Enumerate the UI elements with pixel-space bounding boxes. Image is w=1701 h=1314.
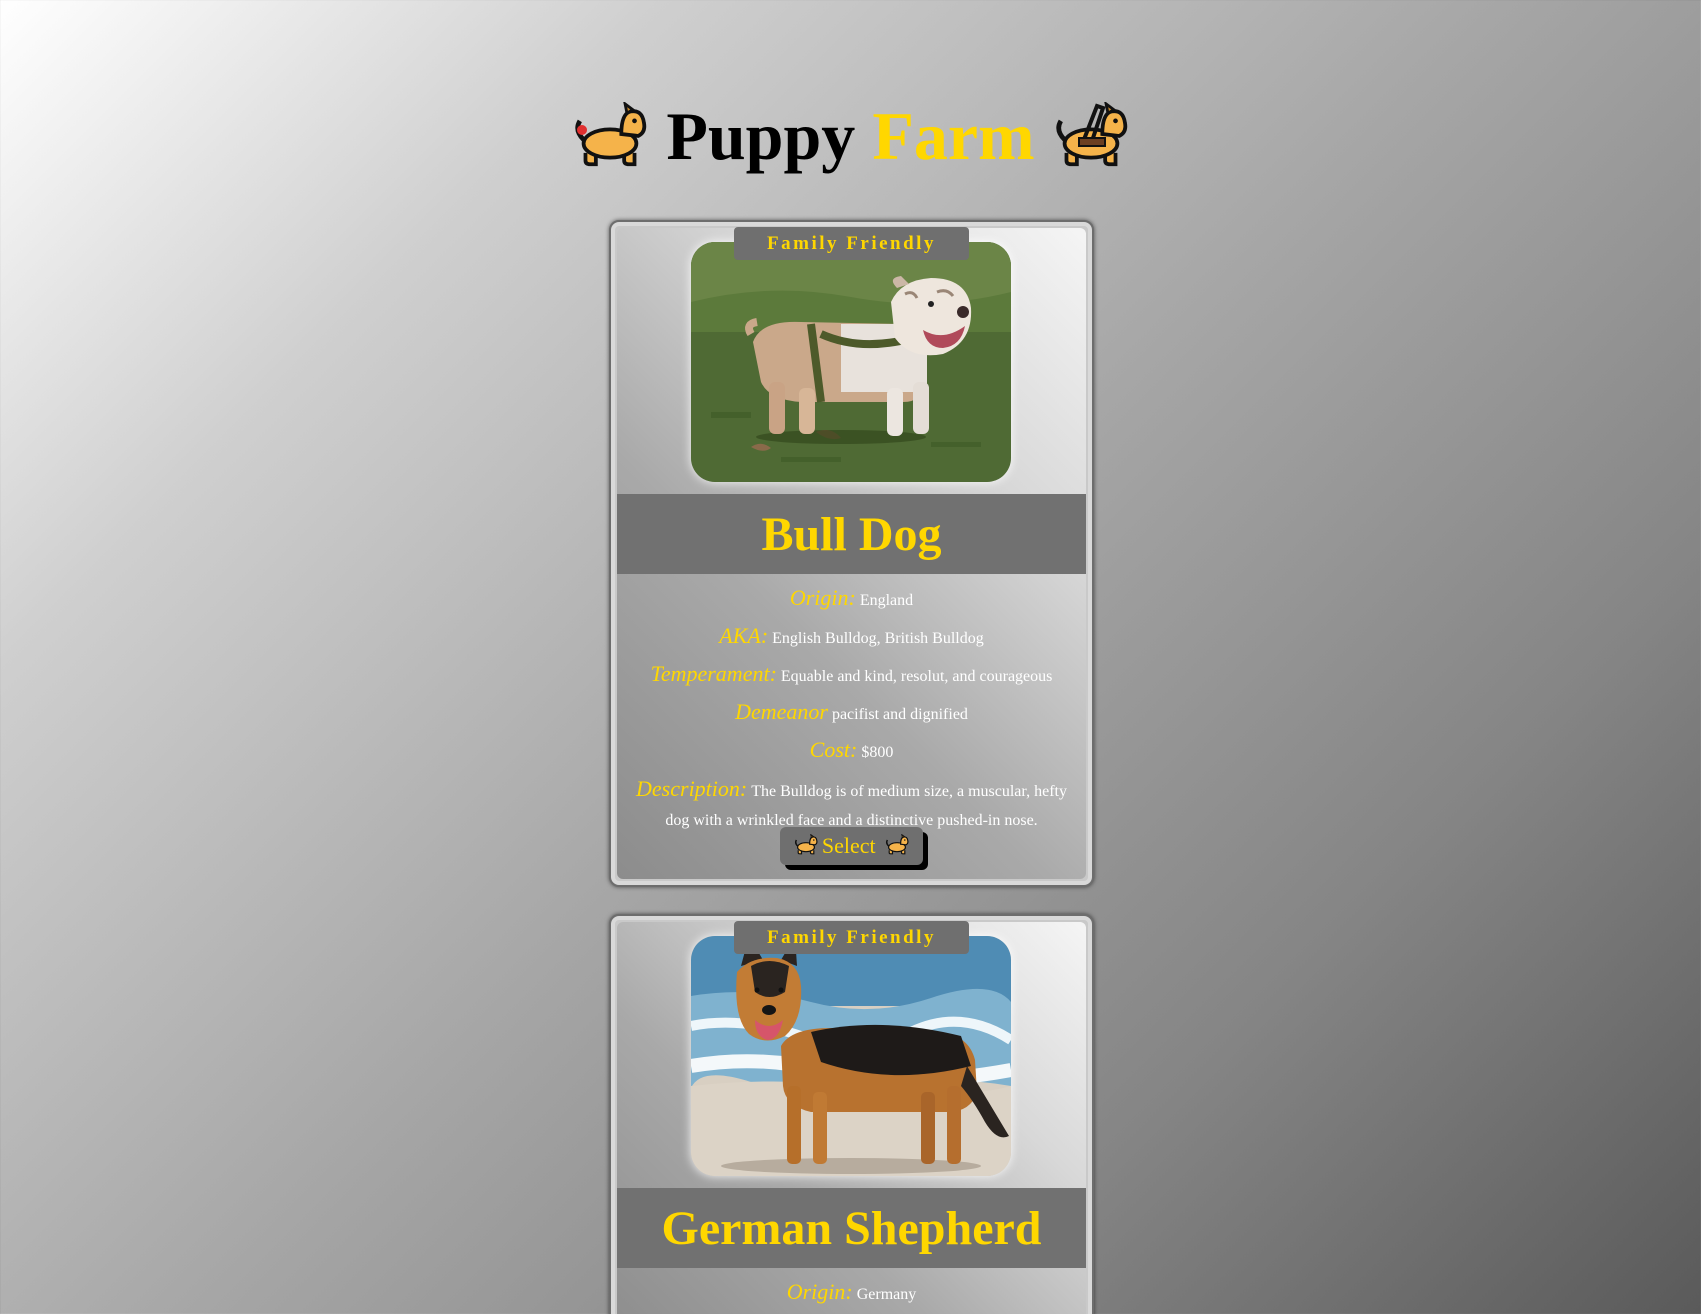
cost-value: $800 [861, 744, 894, 761]
family-friendly-badge: Family Friendly [734, 227, 969, 260]
page-title: Puppy Farm [0, 96, 1701, 185]
origin-label: Origin: [786, 1279, 853, 1304]
origin-row: Origin: Germany [629, 1274, 1074, 1312]
breed-card-german-shepherd: Family Friendly German Shepherd Origin: … [609, 914, 1094, 1314]
description-row: Description: The Bulldog is of medium si… [629, 774, 1074, 835]
breed-details: Origin: Germany [629, 1274, 1074, 1312]
select-label: Select [821, 833, 876, 858]
guide-dog-icon [1053, 102, 1129, 185]
origin-value: England [859, 592, 914, 609]
aka-row: AKA: English Bulldog, British Bulldog [629, 618, 1074, 656]
origin-label: Origin: [789, 585, 856, 610]
temperament-label: Temperament: [650, 661, 777, 686]
cost-label: Cost: [809, 737, 858, 762]
temperament-value: Equable and kind, resolut, and courageou… [780, 668, 1053, 685]
breed-details: Origin: England AKA: English Bulldog, Br… [629, 580, 1074, 835]
dog-icon [885, 829, 909, 867]
title-part-2: Farm [872, 98, 1035, 174]
breed-name: Bull Dog [617, 494, 1086, 574]
demeanor-value: pacifist and dignified [831, 706, 968, 723]
aka-value: English Bulldog, British Bulldog [772, 630, 984, 647]
cost-row: Cost: $800 [629, 732, 1074, 770]
demeanor-row: Demeanor pacifist and dignified [629, 694, 1074, 732]
demeanor-label: Demeanor [735, 699, 828, 724]
description-label: Description: [636, 776, 748, 801]
origin-row: Origin: England [629, 580, 1074, 618]
bulldog-photo [691, 242, 1011, 482]
title-part-1: Puppy [666, 98, 856, 174]
aka-label: AKA: [719, 623, 769, 648]
family-friendly-badge: Family Friendly [734, 921, 969, 954]
dog-icon [794, 829, 818, 867]
breed-name: German Shepherd [617, 1188, 1086, 1268]
origin-value: Germany [856, 1286, 917, 1303]
dog-icon [572, 102, 648, 185]
select-button[interactable]: Select [780, 827, 923, 865]
breed-card-bulldog: Family Friendly Bull Dog Origin: England… [609, 220, 1094, 887]
german-shepherd-photo [691, 936, 1011, 1176]
temperament-row: Temperament: Equable and kind, resolut, … [629, 656, 1074, 694]
